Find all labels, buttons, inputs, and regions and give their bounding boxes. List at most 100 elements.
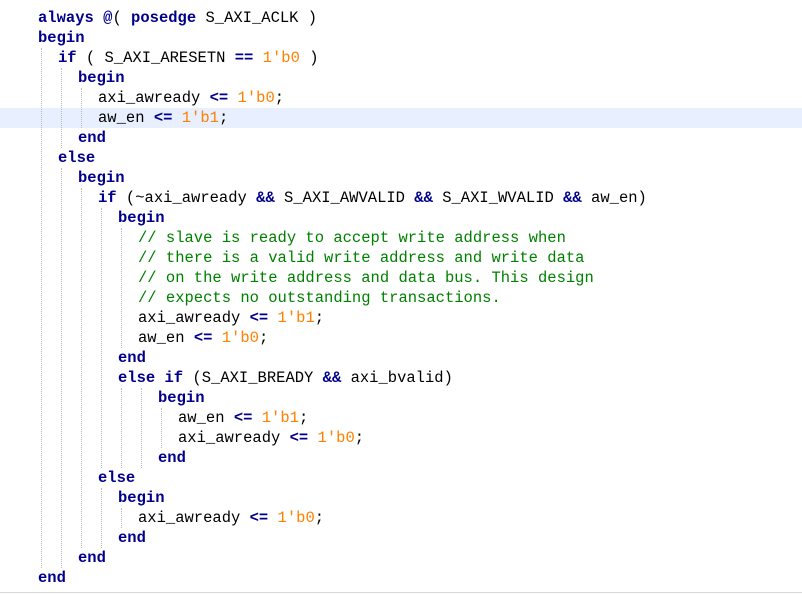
code-line[interactable]: end	[0, 128, 802, 148]
code-token: ( S_AXI_ARESETN	[76, 49, 235, 67]
code-token: S_AXI_AWVALID	[274, 189, 415, 207]
indent-guide	[101, 208, 102, 468]
code-token: axi_awready	[138, 309, 250, 327]
code-line-text: always @( posedge S_AXI_ACLK )	[38, 8, 317, 28]
code-line[interactable]: end	[0, 548, 802, 568]
code-number: 1'b0	[221, 329, 259, 347]
code-line[interactable]: end	[0, 528, 802, 548]
code-line-text: axi_awready <= 1'b0;	[98, 88, 284, 108]
code-token: ;	[274, 89, 285, 107]
code-number: 1'b1	[261, 409, 299, 427]
code-line-text: // there is a valid write address and wr…	[138, 248, 584, 268]
code-line-text: end	[118, 528, 146, 548]
code-keyword: posedge	[131, 9, 197, 27]
code-line[interactable]: aw_en <= 1'b1;	[0, 108, 802, 128]
code-keyword: begin	[38, 29, 85, 47]
code-line[interactable]: end	[0, 348, 802, 368]
code-line[interactable]: begin	[0, 488, 802, 508]
code-line-text: begin	[38, 28, 85, 48]
editor-bottom-border	[0, 592, 802, 593]
code-line[interactable]: end	[0, 568, 802, 588]
code-line[interactable]: always @( posedge S_AXI_ACLK )	[0, 8, 802, 28]
code-token: <=	[289, 429, 309, 447]
indent-guide	[81, 188, 82, 548]
code-line-text: if ( S_AXI_ARESETN == 1'b0 )	[58, 48, 319, 68]
code-line-text: end	[78, 128, 106, 148]
code-line-text: end	[158, 448, 186, 468]
code-keyword: if	[58, 49, 77, 67]
code-number: 1'b0	[237, 89, 275, 107]
code-line-text: axi_awready <= 1'b0;	[178, 428, 364, 448]
code-line-text: axi_awready <= 1'b0;	[138, 508, 324, 528]
code-token: )	[299, 49, 319, 67]
code-number: 1'b0	[277, 509, 315, 527]
code-line[interactable]: begin	[0, 28, 802, 48]
code-line-text: else	[58, 148, 95, 168]
code-keyword: else if	[118, 369, 184, 387]
code-line[interactable]: begin	[0, 208, 802, 228]
code-token: ;	[354, 429, 365, 447]
indent-guide	[161, 408, 162, 448]
code-line[interactable]: else	[0, 148, 802, 168]
code-token: &&	[256, 189, 275, 207]
code-keyword: begin	[158, 389, 205, 407]
code-comment: // expects no outstanding transactions.	[138, 289, 501, 307]
code-token: aw_en	[98, 109, 154, 127]
code-token: (	[112, 9, 132, 27]
code-keyword: begin	[118, 489, 165, 507]
code-token: axi_awready	[138, 509, 250, 527]
code-token: S_AXI_WVALID	[432, 189, 564, 207]
code-line-text: // expects no outstanding transactions.	[138, 288, 501, 308]
code-line-text: end	[78, 548, 106, 568]
code-comment: // on the write address and data bus. Th…	[138, 269, 594, 287]
code-token: aw_en	[138, 329, 194, 347]
code-token: <=	[209, 89, 229, 107]
code-token: &&	[563, 189, 582, 207]
code-line[interactable]: if (~axi_awready && S_AXI_AWVALID && S_A…	[0, 188, 802, 208]
code-keyword: end	[38, 569, 66, 587]
code-token: axi_awready	[178, 429, 290, 447]
code-line[interactable]: begin	[0, 168, 802, 188]
indent-guide	[141, 388, 142, 468]
code-token: ;	[314, 309, 325, 327]
code-token: &&	[322, 369, 342, 387]
code-token: aw_en)	[581, 189, 647, 207]
code-line[interactable]: if ( S_AXI_ARESETN == 1'b0 )	[0, 48, 802, 68]
indent-guide	[121, 508, 122, 528]
indent-guide	[61, 68, 62, 148]
code-line-text: end	[38, 568, 66, 588]
code-token: <=	[233, 409, 253, 427]
indent-guide	[101, 488, 102, 548]
code-token: ;	[298, 409, 309, 427]
code-line-text: begin	[118, 208, 165, 228]
code-token: axi_bvalid)	[341, 369, 453, 387]
code-number: 1'b0	[262, 49, 300, 67]
code-line-text: begin	[78, 68, 125, 88]
code-comment: // there is a valid write address and wr…	[138, 249, 585, 267]
code-token: ;	[218, 109, 229, 127]
indent-guide	[121, 388, 122, 468]
code-keyword: else	[98, 469, 136, 487]
code-comment: // slave is ready to accept write addres…	[138, 229, 566, 247]
code-keyword: else	[58, 149, 96, 167]
code-line[interactable]: else if (S_AXI_BREADY && axi_bvalid)	[0, 368, 802, 388]
code-editor[interactable]: always @( posedge S_AXI_ACLK ) begin if ( …	[0, 0, 802, 595]
code-line[interactable]: axi_awready <= 1'b0;	[0, 88, 802, 108]
code-keyword: end	[78, 129, 106, 147]
code-token: <=	[249, 509, 269, 527]
indent-guide	[121, 228, 122, 348]
code-token: <=	[249, 309, 269, 327]
code-token: &&	[414, 189, 433, 207]
code-keyword: begin	[118, 209, 165, 227]
code-line[interactable]: else	[0, 468, 802, 488]
code-line-text: // slave is ready to accept write addres…	[138, 228, 566, 248]
code-line-text: axi_awready <= 1'b1;	[138, 308, 324, 328]
code-token: S_AXI_ACLK )	[196, 9, 318, 27]
code-line[interactable]: begin	[0, 68, 802, 88]
